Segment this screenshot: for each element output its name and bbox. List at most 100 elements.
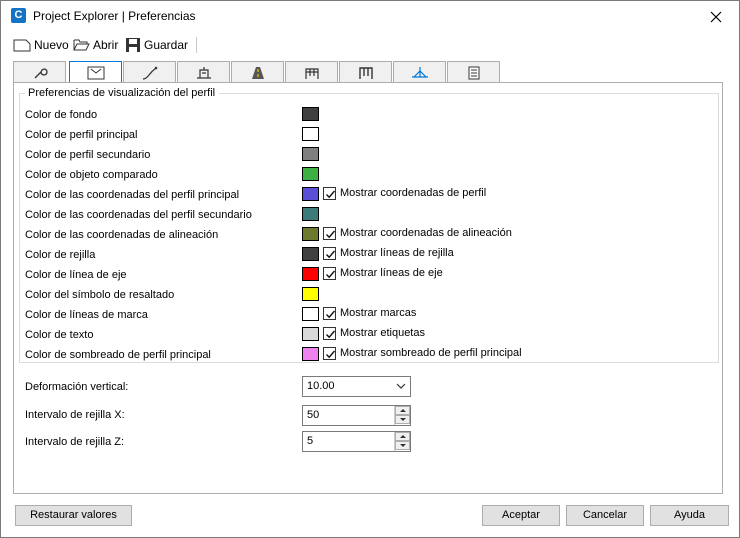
- show-checkbox[interactable]: [323, 307, 336, 320]
- vertical-exaggeration-select[interactable]: 10.00: [302, 376, 411, 397]
- color-row-label: Color de perfil principal: [25, 129, 138, 141]
- window-title: Project Explorer | Preferencias: [33, 9, 196, 23]
- color-swatch[interactable]: [302, 147, 319, 161]
- alignment-curve-icon: [142, 66, 157, 80]
- slope-icon: [411, 66, 428, 78]
- group-title: Preferencias de visualización del perfil: [25, 87, 220, 99]
- grid-x-down-button[interactable]: [395, 415, 410, 424]
- new-label: Nuevo: [34, 38, 69, 52]
- tab-crosssection[interactable]: [285, 61, 338, 83]
- grid-x-spinner[interactable]: 50: [302, 405, 411, 426]
- grid-z-down-button[interactable]: [395, 441, 410, 450]
- close-button[interactable]: [693, 1, 739, 32]
- app-logo-icon: C: [11, 8, 26, 23]
- color-row-label: Color de rejilla: [25, 249, 96, 261]
- show-checkbox[interactable]: [323, 347, 336, 360]
- save-label: Guardar: [144, 38, 189, 52]
- report-list-icon: [468, 66, 479, 79]
- chevron-down-icon: [396, 383, 406, 389]
- road-icon: [251, 66, 264, 79]
- bridge-icon: [196, 66, 211, 79]
- vertical-exaggeration-value: 10.00: [307, 380, 335, 392]
- color-swatch[interactable]: [302, 247, 319, 261]
- tab-report[interactable]: [447, 61, 500, 83]
- open-button[interactable]: Abrir: [73, 35, 118, 55]
- show-checkbox-label[interactable]: Mostrar etiquetas: [340, 327, 425, 339]
- close-icon: [710, 11, 722, 23]
- tab-profile[interactable]: [69, 61, 122, 84]
- color-swatch[interactable]: [302, 187, 319, 201]
- show-checkbox-label[interactable]: Mostrar líneas de eje: [340, 267, 443, 279]
- color-row-label: Color de sombreado de perfil principal: [25, 349, 211, 361]
- color-swatch[interactable]: [302, 307, 319, 321]
- new-document-icon: [13, 39, 31, 52]
- color-swatch[interactable]: [302, 207, 319, 221]
- checkmark-icon: [326, 270, 336, 279]
- color-swatch[interactable]: [302, 347, 319, 361]
- wrench-icon: [34, 67, 48, 78]
- show-checkbox[interactable]: [323, 267, 336, 280]
- checkmark-icon: [326, 310, 336, 319]
- show-checkbox[interactable]: [323, 247, 336, 260]
- color-swatch[interactable]: [302, 267, 319, 281]
- new-button[interactable]: Nuevo: [13, 35, 69, 55]
- open-label: Abrir: [93, 38, 119, 52]
- show-checkbox-label[interactable]: Mostrar coordenadas de perfil: [340, 187, 486, 199]
- profile-view-icon: [87, 66, 104, 80]
- tab-alignment[interactable]: [123, 61, 176, 83]
- color-row-label: Color de las coordenadas del perfil secu…: [25, 209, 252, 221]
- grid-x-value: 50: [307, 409, 320, 421]
- color-row-label: Color de las coordenadas de alineación: [25, 229, 219, 241]
- grid-z-up-button[interactable]: [395, 432, 410, 441]
- color-swatch[interactable]: [302, 327, 319, 341]
- checkmark-icon: [326, 230, 336, 239]
- color-row-label: Color de perfil secundario: [25, 149, 151, 161]
- show-checkbox[interactable]: [323, 227, 336, 240]
- title-bar: C Project Explorer | Preferencias: [1, 1, 739, 32]
- color-swatch[interactable]: [302, 107, 319, 121]
- checkmark-icon: [326, 250, 336, 259]
- cancel-button[interactable]: Cancelar: [566, 505, 644, 526]
- show-checkbox[interactable]: [323, 187, 336, 200]
- color-row-label: Color de objeto comparado: [25, 169, 158, 181]
- tab-crosssection-2[interactable]: [339, 61, 392, 83]
- tab-cut-fill[interactable]: [393, 61, 446, 83]
- checkmark-icon: [326, 330, 336, 339]
- save-disk-icon: [126, 38, 140, 52]
- grid-z-label: Intervalo de rejilla Z:: [25, 436, 125, 448]
- color-swatch[interactable]: [302, 127, 319, 141]
- color-swatch[interactable]: [302, 227, 319, 241]
- accept-button[interactable]: Aceptar: [482, 505, 560, 526]
- color-row-label: Color de línea de eje: [25, 269, 127, 281]
- toolbar-separator: [196, 37, 197, 53]
- show-checkbox-label[interactable]: Mostrar sombreado de perfil principal: [340, 347, 522, 359]
- grid-z-value: 5: [307, 435, 314, 447]
- vertical-exaggeration-label: Deformación vertical:: [25, 381, 129, 393]
- folder-open-icon: [73, 39, 90, 51]
- color-row-label: Color del símbolo de resaltado: [25, 289, 175, 301]
- cross-section-alt-icon: [358, 66, 373, 79]
- color-swatch[interactable]: [302, 287, 319, 301]
- help-button[interactable]: Ayuda: [650, 505, 729, 526]
- toolbar: Nuevo Abrir Guardar: [1, 33, 739, 57]
- cross-section-icon: [304, 67, 319, 79]
- show-checkbox-label[interactable]: Mostrar líneas de rejilla: [340, 247, 454, 259]
- tab-structures[interactable]: [177, 61, 230, 83]
- grid-x-label: Intervalo de rejilla X:: [25, 409, 125, 421]
- color-row-label: Color de texto: [25, 329, 94, 341]
- checkmark-icon: [326, 190, 336, 199]
- restore-defaults-button[interactable]: Restaurar valores: [15, 505, 132, 526]
- show-checkbox-label[interactable]: Mostrar marcas: [340, 307, 416, 319]
- tab-general[interactable]: [13, 61, 66, 83]
- color-row-label: Color de fondo: [25, 109, 98, 121]
- save-button[interactable]: Guardar: [125, 35, 188, 55]
- tab-road[interactable]: [231, 61, 284, 83]
- show-checkbox[interactable]: [323, 327, 336, 340]
- checkmark-icon: [326, 350, 336, 359]
- grid-x-up-button[interactable]: [395, 406, 410, 415]
- color-row-label: Color de líneas de marca: [25, 309, 148, 321]
- preferences-dialog: C Project Explorer | Preferencias Nuevo …: [0, 0, 740, 538]
- show-checkbox-label[interactable]: Mostrar coordenadas de alineación: [340, 227, 512, 239]
- color-swatch[interactable]: [302, 167, 319, 181]
- grid-z-spinner[interactable]: 5: [302, 431, 411, 452]
